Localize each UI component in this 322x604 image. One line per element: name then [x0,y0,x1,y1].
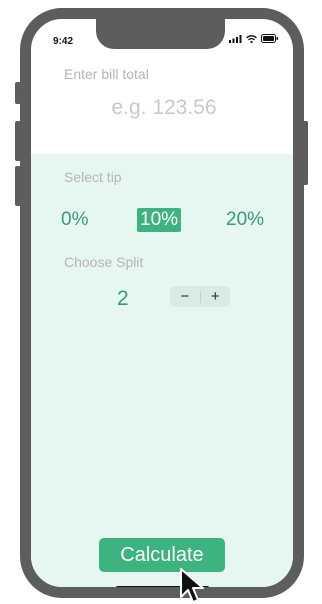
split-stepper: − + [170,286,230,307]
notch [96,19,225,49]
split-label: Choose Split [64,254,144,270]
phone-frame: 9:42 Enter bill total Select tip 0% 10% … [20,8,304,598]
mouse-pointer-icon [180,568,204,603]
decrement-button[interactable]: − [170,286,200,307]
calculate-button[interactable]: Calculate [99,538,225,572]
tip-label: Select tip [64,169,122,185]
split-value: 2 [117,287,129,310]
battery-icon [261,34,278,43]
tip-option-10[interactable]: 10% [137,208,182,232]
tip-option-0[interactable]: 0% [58,208,91,232]
status-icons [229,34,279,43]
status-time: 9:42 [53,36,74,47]
wifi-icon [246,34,257,43]
tip-option-20[interactable]: 20% [223,208,267,232]
increment-button[interactable]: + [201,286,231,307]
bill-total-input[interactable] [31,95,293,121]
bill-label: Enter bill total [64,66,149,82]
signal-icon [229,34,242,43]
